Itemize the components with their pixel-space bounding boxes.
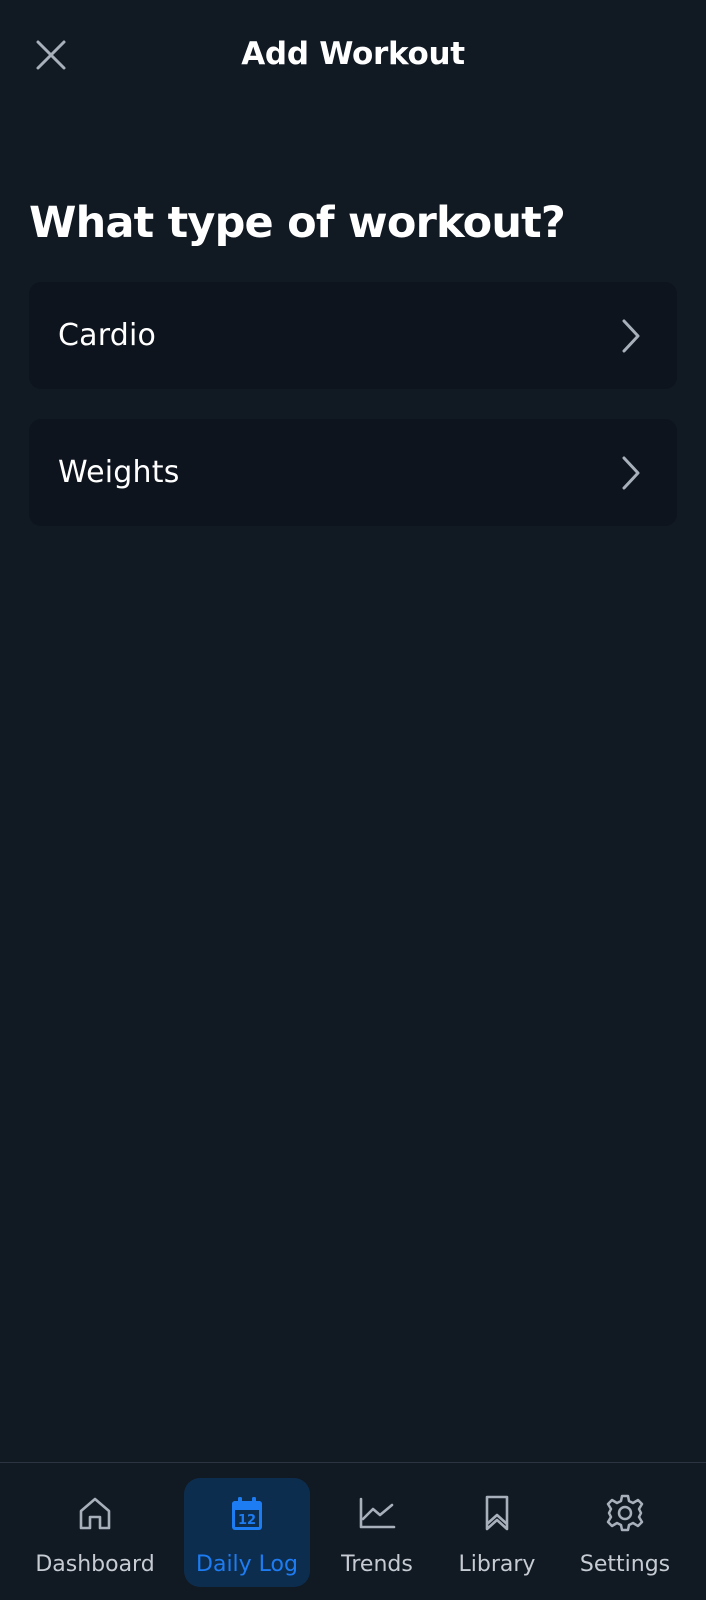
calendar-day-number: 12 xyxy=(238,1513,256,1528)
nav-item-trends[interactable]: Trends xyxy=(314,1478,440,1587)
nav-label-trends: Trends xyxy=(341,1552,413,1577)
nav-label-settings: Settings xyxy=(579,1552,671,1577)
nav-item-settings[interactable]: Settings xyxy=(562,1478,688,1587)
bottom-navigation: Dashboard 12 Daily Log Trends Library Se… xyxy=(0,1462,706,1600)
cardio-option[interactable]: Cardio xyxy=(29,282,677,389)
workout-type-question: What type of workout? xyxy=(29,197,566,248)
page-title: Add Workout xyxy=(241,36,465,72)
bookmark-icon xyxy=(477,1493,517,1533)
nav-label-dashboard: Dashboard xyxy=(35,1552,155,1577)
weights-option[interactable]: Weights xyxy=(29,419,677,526)
home-icon xyxy=(75,1493,115,1533)
nav-label-library: Library xyxy=(458,1552,536,1577)
nav-item-dashboard[interactable]: Dashboard xyxy=(32,1478,158,1587)
workout-type-options: Cardio Weights xyxy=(29,282,677,556)
cardio-option-label: Cardio xyxy=(58,317,157,353)
chevron-right-icon xyxy=(619,453,643,493)
trend-chart-icon xyxy=(357,1493,397,1533)
chevron-right-icon xyxy=(619,316,643,356)
nav-item-daily-log[interactable]: 12 Daily Log xyxy=(184,1478,310,1587)
nav-item-library[interactable]: Library xyxy=(434,1478,560,1587)
nav-label-daily-log: Daily Log xyxy=(196,1552,298,1577)
top-bar: Add Workout xyxy=(0,0,706,108)
weights-option-label: Weights xyxy=(58,454,180,490)
calendar-icon: 12 xyxy=(227,1493,267,1533)
gear-icon xyxy=(605,1493,645,1533)
